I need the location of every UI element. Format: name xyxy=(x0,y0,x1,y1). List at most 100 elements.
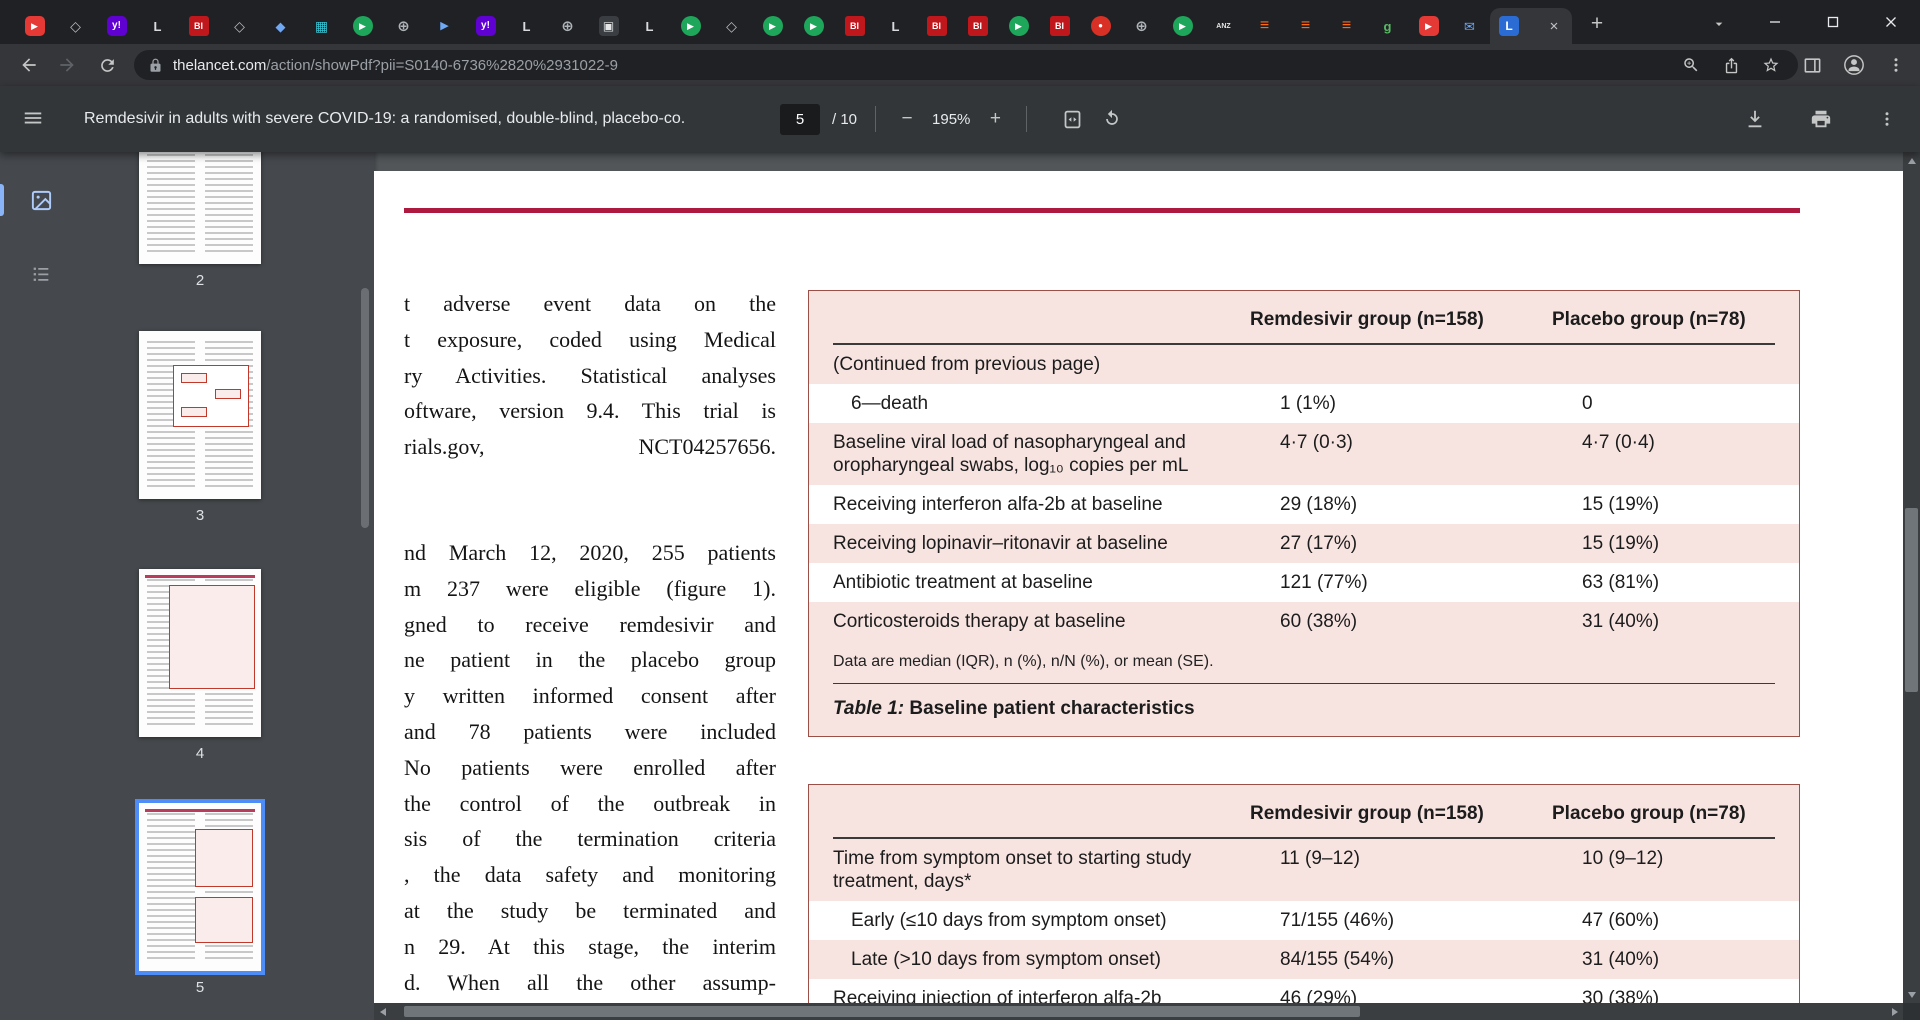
scroll-up-arrow[interactable] xyxy=(1903,152,1920,169)
pdf-text-line: ry Activities. Statistical analyses xyxy=(404,362,776,388)
pdf-menu-hamburger-icon[interactable] xyxy=(22,107,48,133)
download-icon[interactable] xyxy=(1742,106,1768,132)
thumbnail-page-4[interactable]: 4 xyxy=(120,569,280,762)
thumbnail-page-2[interactable]: 2 xyxy=(120,152,280,289)
tab-green-play[interactable]: ▶ xyxy=(670,8,711,44)
thumbnail-page-3[interactable]: 3 xyxy=(120,331,280,524)
tab-blue-play[interactable]: ▶ xyxy=(424,8,465,44)
tab-green-play[interactable]: ▶ xyxy=(998,8,1039,44)
reload-button[interactable] xyxy=(90,48,124,82)
tab-shield[interactable]: ◇ xyxy=(55,8,96,44)
tab-substack[interactable]: ≡ xyxy=(1285,8,1326,44)
tab-g-badge[interactable]: g xyxy=(1367,8,1408,44)
tab-substack[interactable]: ≡ xyxy=(1244,8,1285,44)
tab-lancet[interactable]: L xyxy=(506,8,547,44)
table-1-baseline-characteristics: Remdesivir group (n=158) Placebo group (… xyxy=(808,290,1800,737)
browser-menu-kebab-icon[interactable] xyxy=(1880,48,1912,82)
pdf-more-kebab-icon[interactable] xyxy=(1874,106,1900,132)
tab-lancet[interactable]: L xyxy=(137,8,178,44)
tab-yahoo[interactable]: y! xyxy=(465,8,506,44)
horizontal-scrollbar-thumb[interactable] xyxy=(404,1006,1360,1017)
tab-globe[interactable]: ⊕ xyxy=(547,8,588,44)
tab-strip: ▶ ◇ y! L BI ◇ ◆ ▦ ▶ ⊕ ▶ y! L ⊕ ▣ L ▶ ◇ ▶… xyxy=(0,0,1920,44)
profile-avatar[interactable] xyxy=(1838,48,1870,82)
pdf-sidebar: 2 3 4 5 xyxy=(0,152,374,1020)
tab-youtube[interactable]: ▶ xyxy=(14,8,55,44)
tab-shield[interactable]: ◇ xyxy=(711,8,752,44)
table-header-row: Remdesivir group (n=158) Placebo group (… xyxy=(833,785,1775,839)
scrollbar-corner xyxy=(1903,1003,1920,1020)
table-caption: Table 1: Baseline patient characteristic… xyxy=(833,698,1195,719)
page-number-input[interactable] xyxy=(780,103,820,135)
thumbnail-page-5[interactable]: 5 xyxy=(120,799,280,996)
address-bar[interactable]: thelancet.com/action/showPdf?pii=S0140-6… xyxy=(134,50,1798,80)
tab-blue-app[interactable]: ◆ xyxy=(260,8,301,44)
tab-dark-app[interactable]: ▣ xyxy=(588,8,629,44)
tab-text-logo[interactable]: ANZ xyxy=(1203,8,1244,44)
tab-green-play[interactable]: ▶ xyxy=(752,8,793,44)
tab-lancet-pdf[interactable]: L xyxy=(1490,8,1572,44)
tab-yahoo[interactable]: y! xyxy=(96,8,137,44)
zoom-out-button[interactable]: − xyxy=(894,106,920,132)
tab-favicon: ≡ xyxy=(1300,17,1311,34)
tab-favicon: ANZ xyxy=(1216,22,1231,30)
table-row: Late (>10 days from symptom onset) 84/15… xyxy=(851,949,1660,970)
tab-lancet[interactable]: L xyxy=(875,8,916,44)
new-tab-button[interactable]: + xyxy=(1582,9,1612,39)
tab-favicon: ▶ xyxy=(803,16,824,36)
table-col-header: Placebo group (n=78) xyxy=(1552,309,1746,330)
scroll-right-arrow[interactable] xyxy=(1886,1003,1903,1020)
table-row: Receiving lopinavir–ritonavir at baselin… xyxy=(833,533,1660,554)
tab-globe[interactable]: ⊕ xyxy=(1121,8,1162,44)
back-button[interactable] xyxy=(12,48,46,82)
tab-red-badge[interactable]: ● xyxy=(1080,8,1121,44)
forward-button[interactable] xyxy=(50,48,84,82)
tab-grid-app[interactable]: ▦ xyxy=(301,8,342,44)
outline-view-button[interactable] xyxy=(18,252,64,296)
tab-search-chevron-button[interactable] xyxy=(1704,9,1734,39)
thumbnails-view-button[interactable] xyxy=(0,178,64,222)
tab-favicon: BI xyxy=(188,16,209,36)
tab-mail[interactable]: ✉ xyxy=(1449,8,1490,44)
rotate-icon[interactable] xyxy=(1099,106,1125,132)
vertical-scrollbar[interactable] xyxy=(1903,152,1920,1003)
tab-green-play[interactable]: ▶ xyxy=(1162,8,1203,44)
pdf-text-line: y written informed consent after xyxy=(404,683,776,709)
zoom-indicator-icon[interactable] xyxy=(1678,52,1704,78)
tab-business-insider[interactable]: BI xyxy=(1039,8,1080,44)
tab-business-insider[interactable]: BI xyxy=(916,8,957,44)
tab-list: ▶ ◇ y! L BI ◇ ◆ ▦ ▶ ⊕ ▶ y! L ⊕ ▣ L ▶ ◇ ▶… xyxy=(14,8,1572,44)
table-row: Receiving injection of interferon alfa-2… xyxy=(809,979,1799,1003)
scroll-left-arrow[interactable] xyxy=(374,1003,391,1020)
bookmark-star-icon[interactable] xyxy=(1758,52,1784,78)
fit-to-page-icon[interactable] xyxy=(1059,106,1085,132)
tab-lancet[interactable]: L xyxy=(629,8,670,44)
tab-shield[interactable]: ◇ xyxy=(219,8,260,44)
zoom-in-button[interactable]: + xyxy=(982,106,1008,132)
thumbnail-page-number: 4 xyxy=(195,745,205,762)
share-icon[interactable] xyxy=(1718,52,1744,78)
window-maximize-button[interactable] xyxy=(1804,0,1862,44)
tab-globe[interactable]: ⊕ xyxy=(383,8,424,44)
tab-green-play[interactable]: ▶ xyxy=(793,8,834,44)
tab-business-insider[interactable]: BI xyxy=(834,8,875,44)
scroll-down-arrow[interactable] xyxy=(1903,986,1920,1003)
tab-favicon: ▶ xyxy=(1418,16,1439,36)
horizontal-scrollbar[interactable] xyxy=(374,1003,1903,1020)
sidebar-scrollbar-thumb[interactable] xyxy=(361,288,369,528)
tab-favicon: BI xyxy=(967,16,988,36)
tab-close-icon[interactable] xyxy=(1545,17,1563,35)
vertical-scrollbar-thumb[interactable] xyxy=(1905,508,1918,692)
pdf-text-line: d. When all the other assump- xyxy=(404,969,776,995)
pdf-text-line: m 237 were eligible (figure 1). xyxy=(404,575,776,601)
window-minimize-button[interactable] xyxy=(1746,0,1804,44)
tab-favicon: ⊕ xyxy=(561,17,574,35)
side-panel-icon[interactable] xyxy=(1796,48,1828,82)
tab-green-play[interactable]: ▶ xyxy=(342,8,383,44)
print-icon[interactable] xyxy=(1808,106,1834,132)
tab-substack[interactable]: ≡ xyxy=(1326,8,1367,44)
window-close-button[interactable] xyxy=(1862,0,1920,44)
tab-business-insider[interactable]: BI xyxy=(178,8,219,44)
tab-youtube[interactable]: ▶ xyxy=(1408,8,1449,44)
tab-business-insider[interactable]: BI xyxy=(957,8,998,44)
